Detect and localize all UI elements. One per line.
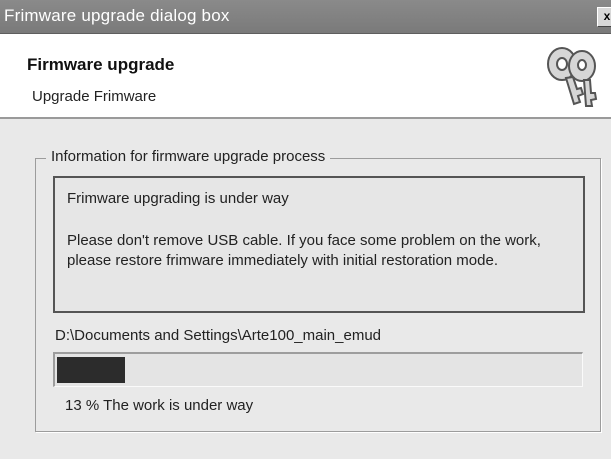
progress-bar: [53, 352, 583, 387]
window-title: Frimware upgrade dialog box: [4, 6, 230, 25]
header-subtitle: Upgrade Frimware: [32, 88, 157, 105]
close-button[interactable]: x: [597, 7, 611, 27]
info-status-line: Frimware upgrading is under way: [67, 190, 289, 207]
header-title: Firmware upgrade: [27, 55, 175, 74]
firmware-upgrade-dialog: Frimware upgrade dialog box x Firmware u…: [0, 0, 611, 459]
file-path: D:\Documents and Settings\Arte100_main_e…: [55, 327, 382, 344]
dialog-header: Firmware upgrade Upgrade Frimware: [0, 34, 611, 119]
info-box: Frimware upgrading is under way Please d…: [53, 176, 585, 313]
close-icon: x: [603, 9, 611, 23]
progress-status: 13 % The work is under way: [65, 397, 254, 414]
progress-fill: [57, 357, 125, 383]
keys-icon: [547, 47, 598, 107]
title-bar[interactable]: Frimware upgrade dialog box x: [0, 0, 611, 34]
group-legend: Information for firmware upgrade process: [46, 148, 331, 165]
info-warning-text: Please don't remove USB cable. If you fa…: [67, 232, 541, 269]
